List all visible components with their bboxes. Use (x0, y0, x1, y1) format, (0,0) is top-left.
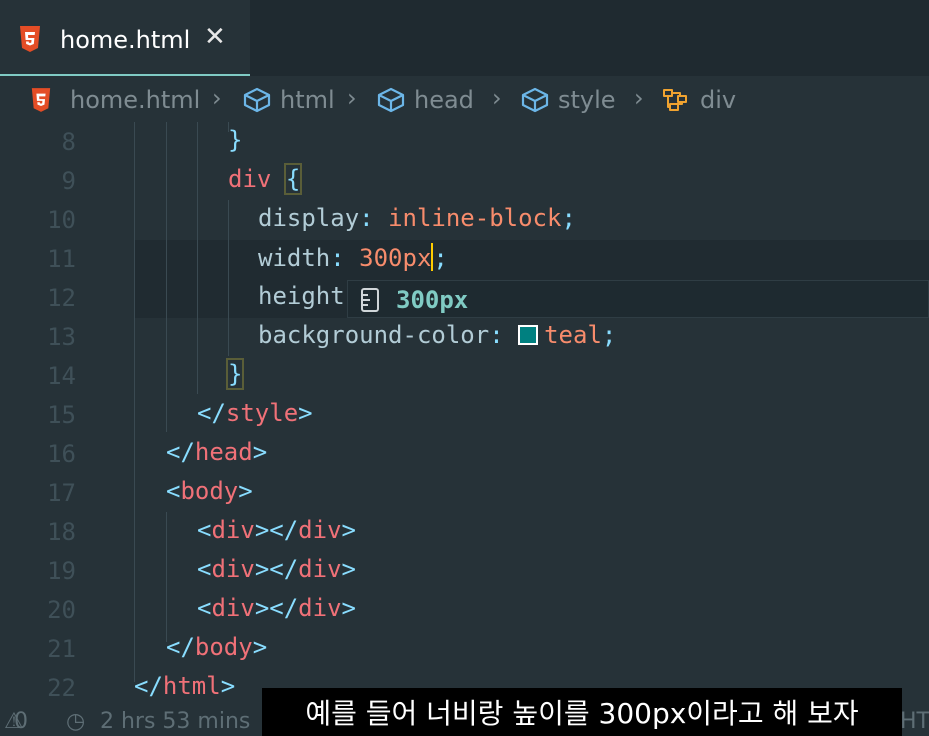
code-text: </html> (134, 672, 236, 700)
problems-count[interactable]: 0 (14, 709, 28, 734)
tab-label: home.html (60, 26, 191, 54)
code-line: 17 <body> (0, 473, 929, 512)
code-text: display: inline-block; (258, 204, 576, 232)
code-line: 18 <div></div> (0, 512, 929, 551)
line-number: 14 (47, 362, 76, 390)
color-swatch[interactable] (518, 325, 539, 345)
breadcrumb-label: html (280, 86, 335, 114)
breadcrumb-label: div (700, 86, 737, 114)
code-text: } (225, 358, 245, 390)
tab-home-html[interactable]: home.html ✕ (0, 0, 250, 76)
cube-icon (243, 87, 271, 113)
language-mode[interactable]: HTM (900, 709, 929, 734)
code-line: 8 } (0, 122, 929, 161)
clock-icon: ◷ (66, 709, 86, 734)
breadcrumb-item-home-html[interactable]: home.html (30, 86, 200, 114)
code-text: </body> (166, 633, 268, 661)
chevron-right-icon: › (212, 84, 222, 112)
code-line: 16 </head> (0, 434, 929, 473)
suggestion-item[interactable]: 300px (396, 286, 468, 314)
coding-time[interactable]: 2 hrs 53 mins (100, 709, 250, 734)
code-line: 15 </style> (0, 395, 929, 434)
code-text: div { (228, 163, 303, 195)
code-line: 9 div { (0, 161, 929, 200)
html5-icon (18, 26, 42, 56)
line-number: 22 (47, 674, 76, 702)
chevron-right-icon: › (634, 84, 644, 112)
code-line: 20 <div></div> (0, 590, 929, 629)
code-line: 13 background-color: teal; (0, 317, 929, 356)
chevron-right-icon: › (492, 84, 502, 112)
line-number: 13 (47, 323, 76, 351)
code-line: 19 <div></div> (0, 551, 929, 590)
breadcrumb-item-div[interactable]: div (660, 86, 736, 114)
line-number: 10 (47, 206, 76, 234)
code-text: </style> (197, 399, 313, 427)
code-text: <body> (166, 477, 253, 505)
line-number: 11 (47, 245, 76, 273)
code-text: <div></div> (197, 516, 356, 544)
breadcrumb-item-head[interactable]: head (376, 86, 474, 114)
cube-icon (377, 87, 405, 113)
breadcrumb-label: head (414, 86, 474, 114)
breadcrumb-label: style (558, 86, 616, 114)
ruler-icon (360, 287, 382, 317)
code-text: height (258, 282, 345, 310)
breadcrumb-label: home.html (70, 86, 201, 114)
line-number: 8 (61, 128, 76, 156)
selector-icon (663, 89, 687, 111)
chevron-right-icon: › (347, 84, 357, 112)
code-text: <div></div> (197, 555, 356, 583)
line-number: 17 (47, 479, 76, 507)
breadcrumb-item-html[interactable]: html (242, 86, 335, 114)
code-text: <div></div> (197, 594, 356, 622)
html5-icon (31, 88, 51, 112)
line-number: 9 (61, 167, 76, 195)
code-text: </head> (166, 438, 268, 466)
close-icon[interactable]: ✕ (204, 22, 226, 52)
code-line: 10 display: inline-block; (0, 200, 929, 239)
line-number: 16 (47, 440, 76, 468)
code-text: } (228, 126, 243, 154)
video-subtitle: 예를 들어 너비랑 높이를 300px이라고 해 보자 (262, 688, 902, 736)
autocomplete-popup[interactable]: 300px (347, 280, 929, 318)
code-text: width: 300px; (258, 243, 448, 272)
tab-bar: home.html ✕ (0, 0, 929, 76)
line-number: 20 (47, 596, 76, 624)
code-line: 21 </body> (0, 629, 929, 668)
code-line: 14 } (0, 356, 929, 395)
line-number: 19 (47, 557, 76, 585)
breadcrumb-item-style[interactable]: style (520, 86, 616, 114)
line-number: 15 (47, 401, 76, 429)
line-number: 12 (47, 284, 76, 312)
code-text: background-color: teal; (258, 321, 617, 349)
cube-icon (521, 87, 549, 113)
breadcrumb: home.html › html › head › style › div (0, 76, 929, 124)
line-number: 18 (47, 518, 76, 546)
line-number: 21 (47, 635, 76, 663)
code-editor[interactable]: 8 } 9 div { 10 display: inline-block; 11… (0, 122, 929, 707)
code-line: 11 width: 300px; (0, 239, 929, 278)
